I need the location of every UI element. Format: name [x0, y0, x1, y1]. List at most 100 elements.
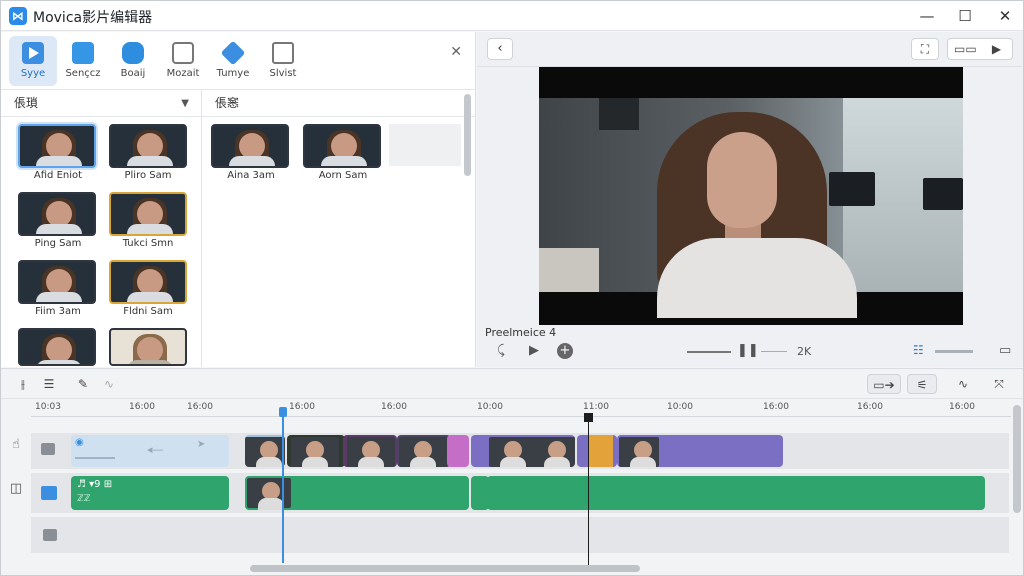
ruler-tick: 16:00 [763, 402, 789, 412]
media-thumb[interactable] [109, 328, 187, 366]
export-button[interactable]: ▭➔ [867, 374, 901, 394]
media-thumb[interactable] [18, 124, 96, 168]
timeline-vscrollbar[interactable] [1013, 405, 1021, 513]
media-thumb[interactable] [109, 192, 187, 236]
minimize-button[interactable]: — [913, 5, 941, 27]
clip-label: ◉ [75, 437, 84, 448]
marker-line[interactable] [588, 415, 589, 565]
folder-icon [41, 486, 57, 500]
tab-label: Sençcz [65, 68, 101, 79]
layout-icon[interactable]: ☷ [913, 343, 924, 357]
tab-label: Tumye [216, 68, 250, 79]
tab-slvist[interactable]: Slvist [259, 36, 307, 86]
tab-boaij[interactable]: Boaij [109, 36, 157, 86]
ruler-tick: 16:00 [857, 402, 883, 412]
ruler-tick: 11:00 [583, 402, 609, 412]
playhead[interactable] [282, 407, 284, 563]
trim-icon[interactable]: ☰ [37, 374, 61, 394]
preview-status: Preelmeice 4 [485, 326, 557, 339]
video-clip[interactable] [245, 435, 285, 467]
media-header[interactable]: 倀瑣 ▼ [1, 90, 201, 117]
tab-sencz[interactable]: Sençcz [59, 36, 107, 86]
video-track-lock-icon[interactable]: ☝ [1, 437, 31, 475]
video-track: ◉ ◂— ➤ [31, 433, 1009, 469]
effects-icon [220, 40, 246, 66]
arrow-icon: ➤ [197, 439, 206, 450]
zoom-slider[interactable] [935, 350, 973, 353]
close-window-button[interactable]: ✕ [991, 5, 1019, 27]
maximize-button[interactable]: ☐ [951, 5, 979, 27]
folder-icon [43, 529, 57, 541]
editor-window: ⋈ Movica影片编辑器 — ☐ ✕ Syye Sençcz Boaij Mo… [0, 0, 1024, 576]
audio-clip[interactable] [487, 476, 985, 510]
audio-track-icon[interactable]: ◫ [1, 481, 31, 519]
thumb-label: Ping Sam [34, 238, 82, 249]
title-bar: ⋈ Movica影片编辑器 — ☐ ✕ [1, 1, 1023, 31]
tab-label: Slvist [269, 68, 297, 79]
tab-mozait[interactable]: Mozait [159, 36, 207, 86]
curve-icon[interactable]: ∿ [951, 374, 975, 394]
media-thumb[interactable] [18, 260, 96, 304]
thumb-label: Aina 3am [227, 170, 275, 181]
detach-audio-button[interactable]: ⚟ [907, 374, 937, 394]
thumb-label: Tukci Smn [122, 238, 174, 249]
preview-panel: ‹ ⛶ ▭▭ ▶ Preelmeice 4 ⤹ ▶ + ❚❚ 2K ☷ ▭ [477, 32, 1023, 367]
clip-sublabel: ℤℤ [77, 494, 91, 504]
tab-tumye[interactable]: Tumye [209, 36, 257, 86]
fullscreen-button[interactable]: ⛶ [911, 38, 939, 60]
audio-clip[interactable] [245, 476, 469, 510]
timeline-hscrollbar[interactable] [250, 565, 640, 572]
ruler-tick: 16:00 [187, 402, 213, 412]
ruler-tick: 10:00 [667, 402, 693, 412]
video-clip[interactable] [577, 435, 617, 467]
thumb-label: Fiim 3am [35, 306, 81, 317]
rewind-icon[interactable]: ⤹ [497, 343, 505, 358]
library-thumb[interactable] [303, 124, 381, 168]
add-icon[interactable]: + [557, 343, 573, 359]
media-thumb[interactable] [18, 192, 96, 236]
media-thumb[interactable] [18, 328, 96, 366]
pause-icon[interactable]: ❚❚ [737, 343, 759, 358]
time-ruler[interactable]: 10:03 16:00 16:00 16:00 16:00 10:00 11:0… [31, 399, 1011, 417]
panel-divider [201, 90, 202, 367]
volume-slider[interactable] [687, 351, 731, 353]
folder-icon [41, 443, 55, 455]
thumb-label: Pliro Sam [124, 170, 172, 181]
arrow-icon: ◂— [147, 443, 164, 456]
media-header-label: 倀瑣 [14, 96, 39, 110]
video-clip[interactable] [397, 435, 451, 467]
fit-icon[interactable]: ⤧ [987, 374, 1011, 394]
video-clip[interactable] [471, 435, 575, 467]
empty-track [31, 517, 1009, 553]
caption-icon[interactable]: ▭ [999, 343, 1011, 358]
video-clip[interactable] [287, 435, 345, 467]
transition-icon [172, 42, 194, 64]
back-button[interactable]: ‹ [487, 38, 513, 60]
clip-label: ♬ ▾9 ⊞ [77, 479, 113, 490]
close-panel-button[interactable]: ✕ [450, 44, 462, 60]
progress-track[interactable] [761, 351, 787, 352]
video-clip[interactable] [343, 435, 397, 467]
play-icon[interactable]: ▶ [529, 343, 539, 358]
pen-icon[interactable]: ✎ [73, 374, 93, 394]
split-icon[interactable]: ⫲ [11, 374, 35, 394]
wave-icon[interactable]: ∿ [97, 374, 121, 394]
media-scrollbar[interactable] [464, 94, 471, 176]
preview-options-button[interactable]: ▭▭ ▶ [947, 38, 1013, 60]
chevron-down-icon[interactable]: ▼ [181, 90, 189, 117]
media-panel: Syye Sençcz Boaij Mozait Tumye Slvist ✕ … [1, 32, 476, 367]
tab-label: Syye [20, 68, 46, 79]
library-thumb[interactable] [211, 124, 289, 168]
media-thumb[interactable] [109, 124, 187, 168]
audio-track: ♬ ▾9 ⊞ ℤℤ [31, 473, 1009, 513]
audio-icon [122, 42, 144, 64]
audio-clip[interactable]: ♬ ▾9 ⊞ ℤℤ [71, 476, 229, 510]
title-clip[interactable]: ◉ ◂— ➤ [71, 435, 229, 467]
media-thumb[interactable] [109, 260, 187, 304]
video-clip[interactable] [447, 435, 469, 467]
library-header-label: 倀窸 [215, 96, 240, 110]
video-canvas[interactable] [539, 67, 963, 325]
video-clip[interactable] [617, 435, 783, 467]
tab-syye[interactable]: Syye [9, 36, 57, 86]
ruler-tick: 16:00 [949, 402, 975, 412]
